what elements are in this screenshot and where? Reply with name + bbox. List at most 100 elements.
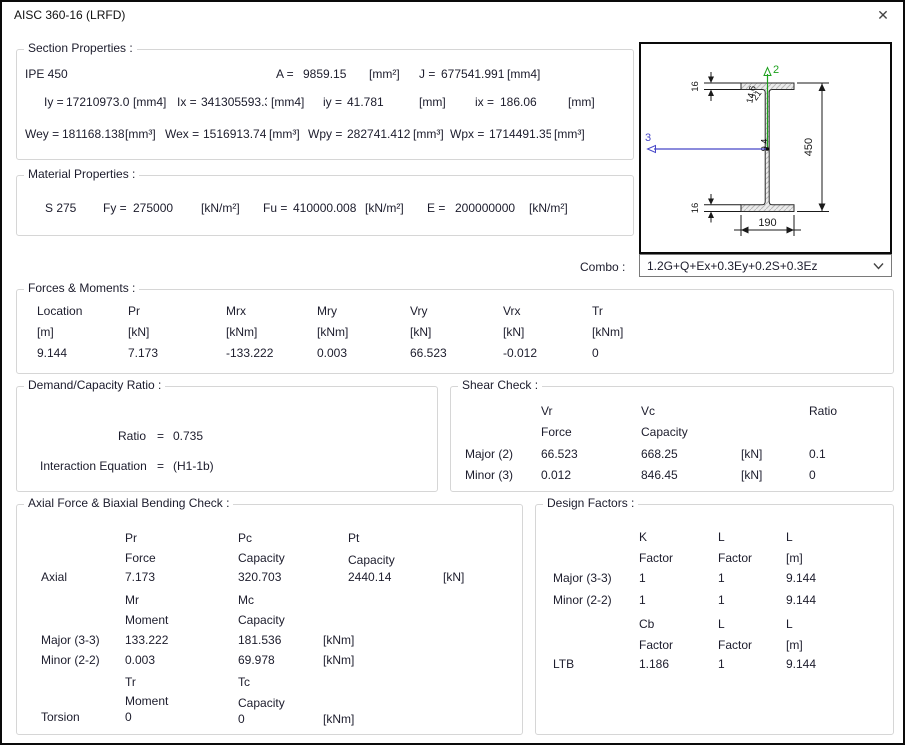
l-factor-header: L — [718, 530, 725, 544]
j-unit: [mm4] — [507, 67, 540, 81]
ltb-l-value: 1 — [718, 657, 725, 671]
torsion-unit: [kNm] — [323, 712, 354, 726]
bottom-flange-dimension — [704, 194, 741, 223]
shear-row-name: Major (2) — [465, 447, 513, 461]
wey-unit: [mm³] — [125, 127, 156, 141]
shear-col-capacity: Vc — [641, 404, 655, 418]
forces-unit: [kNm] — [592, 325, 623, 339]
torsion-row-name: Torsion — [41, 710, 80, 724]
l-length-header: L — [786, 530, 793, 544]
e-label: E = — [427, 201, 445, 215]
design-check-dialog: AISC 360-16 (LRFD) ✕ Section Properties … — [0, 0, 905, 745]
rx-unit: [mm] — [568, 95, 595, 109]
combo-dropdown[interactable]: 1.2G+Q+Ex+0.3Ey+0.2S+0.3Ez — [639, 254, 892, 277]
k-factor-subheader: Factor — [639, 551, 673, 565]
major-moment-unit: [kNm] — [323, 633, 354, 647]
dcr-group: Demand/Capacity Ratio : Ratio = 0.735 In… — [16, 386, 438, 492]
shear-row-unit: [kN] — [741, 468, 762, 482]
iy-label: Iy = — [44, 95, 64, 109]
design-row-name: Major (3-3) — [553, 571, 612, 585]
design-factors-group: Design Factors : K L L Factor Factor [m]… — [535, 504, 894, 735]
interaction-equation-value: (H1-1b) — [173, 459, 214, 473]
area-value: 9859.15 — [303, 67, 346, 81]
pt-subheader: Capacity — [348, 553, 395, 567]
e-unit: [kN/m²] — [529, 201, 568, 215]
wpy-unit: [mm³] — [413, 127, 444, 141]
forces-value: -0.012 — [503, 346, 537, 360]
tr-subheader: Moment — [125, 694, 168, 708]
depth-dim-text: 450 — [803, 138, 815, 156]
design-length-value: 9.144 — [786, 571, 816, 585]
shear-check-group: Shear Check : Vr Vc Ratio Force Capacity… — [450, 386, 894, 492]
pc-subheader: Capacity — [238, 551, 285, 565]
k-factor-header: K — [639, 530, 647, 544]
window-title: AISC 360-16 (LRFD) — [14, 8, 125, 22]
ratio-label: Ratio — [40, 429, 146, 443]
pc-header: Pc — [238, 531, 252, 545]
l-length-subheader: [m] — [786, 551, 803, 565]
close-icon[interactable]: ✕ — [874, 6, 892, 24]
fy-unit: [kN/m²] — [201, 201, 240, 215]
dcr-title: Demand/Capacity Ratio : — [24, 378, 165, 392]
wpx-label: Wpx = — [450, 127, 484, 141]
forces-unit: [kN] — [503, 325, 524, 339]
top-flange-dimension — [704, 72, 741, 101]
cb-factor-subheader: Factor — [639, 638, 673, 652]
wey-value: 181168.138 — [62, 127, 125, 141]
section-diagram-frame: 450 190 16 — [639, 42, 892, 254]
shear-check-title: Shear Check : — [458, 378, 542, 392]
forces-header: Pr — [128, 304, 140, 318]
rx-value: 186.06 — [500, 95, 537, 109]
area-label: A = — [276, 67, 294, 81]
torsion-moment-value: 0 — [125, 710, 132, 724]
forces-header: Mry — [317, 304, 337, 318]
top-flange-dim-text: 16 — [690, 81, 701, 92]
wex-value: 1516913.748 — [203, 127, 266, 142]
forces-header: Vrx — [503, 304, 521, 318]
ltb-length-value: 9.144 — [786, 657, 816, 671]
forces-value: 0 — [592, 346, 599, 360]
axial-unit: [kN] — [443, 570, 464, 584]
fy-value: 275000 — [133, 201, 173, 215]
design-k-value: 1 — [639, 593, 646, 607]
axial-row-name: Axial — [41, 570, 67, 584]
section-properties-title: Section Properties : — [24, 41, 137, 55]
forces-header: Vry — [410, 304, 428, 318]
shear-row-ratio: 0.1 — [809, 447, 826, 461]
iy-unit: [mm4] — [133, 95, 166, 109]
shear-row-force: 66.523 — [541, 447, 578, 461]
fu-label: Fu = — [263, 201, 287, 215]
torsion-capacity-value: 0 — [238, 712, 245, 726]
minor-moment-row-name: Minor (2-2) — [41, 653, 100, 667]
axis-2-label: 2 — [773, 64, 779, 76]
title-bar: AISC 360-16 (LRFD) ✕ — [2, 2, 903, 28]
design-length-value: 9.144 — [786, 593, 816, 607]
ry-value: 41.781 — [347, 95, 384, 109]
axial-bending-group: Axial Force & Biaxial Bending Check : Pr… — [16, 504, 523, 735]
forces-header: Tr — [592, 304, 603, 318]
wey-label: Wey = — [25, 127, 59, 141]
area-unit: [mm²] — [369, 67, 400, 81]
ry-label: iy = — [323, 95, 342, 109]
wex-label: Wex = — [165, 127, 199, 141]
combo-label: Combo : — [580, 260, 625, 274]
rx-label: ix = — [475, 95, 494, 109]
l-factor-subheader: Factor — [718, 551, 752, 565]
ix-value: 341305593.3 — [201, 95, 267, 110]
major-moment-capacity: 181.536 — [238, 633, 281, 647]
forces-value: -133.222 — [226, 346, 273, 360]
design-row-name: Minor (2-2) — [553, 593, 612, 607]
section-diagram: 450 190 16 — [641, 44, 890, 252]
design-l-value: 1 — [718, 571, 725, 585]
bottom-flange-dim-text: 16 — [690, 203, 701, 214]
forces-moments-title: Forces & Moments : — [24, 281, 139, 295]
wex-unit: [mm³] — [269, 127, 300, 141]
fy-label: Fy = — [103, 201, 127, 215]
combo-selected-value: 1.2G+Q+Ex+0.3Ey+0.2S+0.3Ez — [647, 259, 873, 273]
pr-subheader: Force — [125, 551, 156, 565]
forces-unit: [kN] — [410, 325, 431, 339]
design-l-value: 1 — [718, 593, 725, 607]
minor-moment-unit: [kNm] — [323, 653, 354, 667]
forces-value: 0.003 — [317, 346, 347, 360]
forces-unit: [kN] — [128, 325, 149, 339]
